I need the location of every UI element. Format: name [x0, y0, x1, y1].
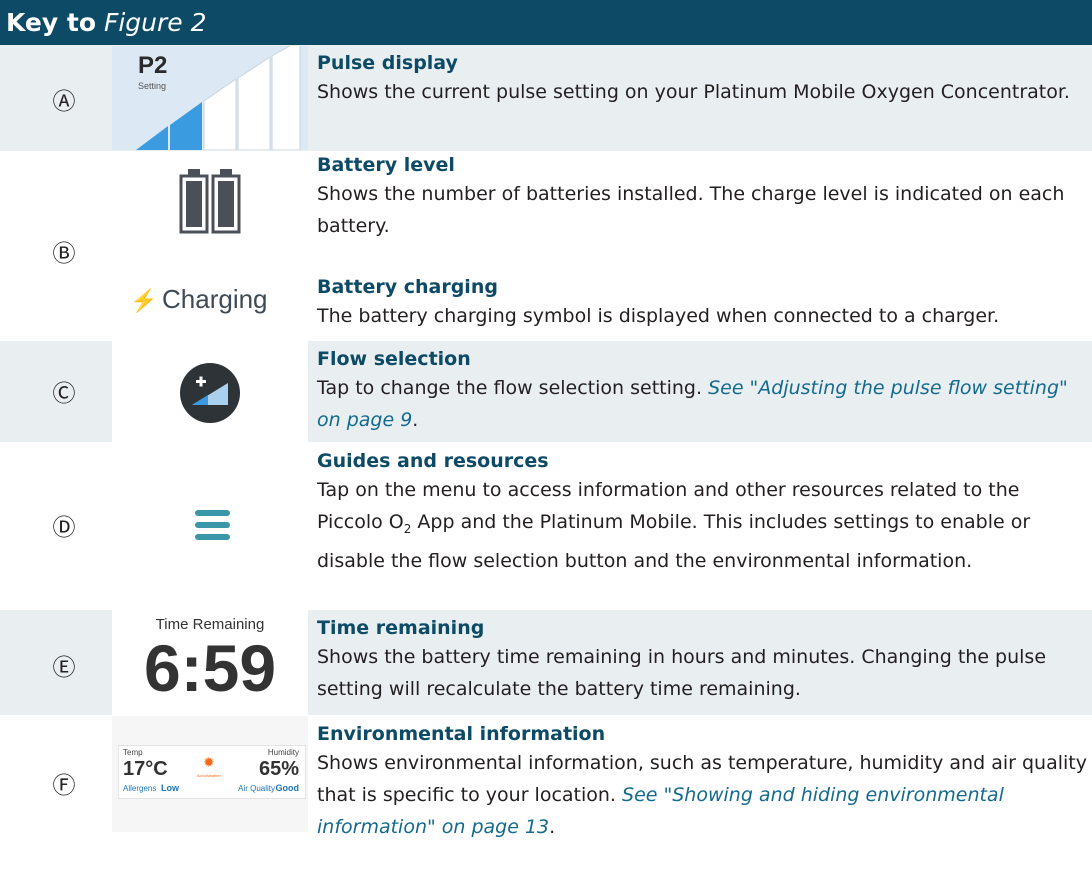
row-b: Ⓑ Battery level Shows the number of batt…	[0, 152, 1092, 340]
temp-value: 17°C	[123, 758, 168, 780]
row-text: Battery charging The battery charging sy…	[317, 274, 1087, 332]
row-body: Shows the battery time remaining in hour…	[317, 646, 1047, 700]
battery-icon	[179, 169, 241, 234]
flow-selection-icon	[180, 363, 240, 423]
key-table: Key to Figure 2 Ⓐ P2 Setting Pulse displ…	[0, 0, 1092, 884]
air-quality-value: Good	[275, 783, 300, 793]
pulse-display-image: P2 Setting	[112, 39, 308, 151]
row-letter: Ⓔ	[52, 655, 76, 681]
row-body: Shows the number of batteries installed.…	[317, 183, 1065, 237]
pulse-setting-value: P2	[138, 52, 168, 79]
charging-label: Charging	[162, 284, 268, 314]
time-remaining-value: 6:59	[143, 631, 277, 705]
row-e: Ⓔ Time Remaining 6:59 Time remaining Sho…	[0, 610, 1092, 715]
row-title: Flow selection	[317, 348, 471, 370]
row-text: Time remaining Shows the battery time re…	[317, 615, 1087, 705]
sun-icon: ✹	[203, 754, 215, 770]
table-header: Key to Figure 2	[0, 0, 1092, 45]
menu-image	[112, 443, 308, 609]
pulse-setting-label: Setting	[138, 81, 167, 91]
humidity-value: 65%	[258, 758, 299, 780]
row-letter: Ⓑ	[52, 241, 76, 267]
row-c: Ⓒ Flow selection Tap to change the flow …	[0, 341, 1092, 442]
row-body: Tap on the menu to access information an…	[317, 479, 1031, 572]
allergens-label: Allergens	[123, 784, 157, 793]
row-letter: Ⓒ	[52, 381, 76, 407]
humidity-label: Humidity	[267, 748, 299, 757]
flow-selection-image	[112, 341, 308, 442]
provider-label: AccuWeather	[197, 773, 221, 778]
row-text: Flow selection Tap to change the flow se…	[317, 346, 1087, 436]
row-title: Time remaining	[317, 617, 485, 639]
row-title: Guides and resources	[317, 450, 549, 472]
lightning-icon: ⚡	[130, 288, 158, 313]
header-figure: Figure 2	[103, 8, 207, 37]
row-text: Battery level Shows the number of batter…	[317, 152, 1087, 242]
row-letter: Ⓕ	[52, 773, 76, 799]
time-remaining-image: Time Remaining 6:59	[112, 610, 308, 715]
row-body: Tap to change the flow selection setting…	[317, 377, 1068, 431]
row-f: Ⓕ Temp 17°C Allergens Low ✹ AccuWeather …	[0, 716, 1092, 884]
row-title: Battery level	[317, 154, 455, 176]
environment-image: Temp 17°C Allergens Low ✹ AccuWeather Hu…	[112, 716, 308, 832]
air-quality-label: Air Quality	[238, 784, 275, 793]
row-title: Battery charging	[317, 276, 498, 298]
battery-level-image	[112, 152, 308, 256]
header-prefix: Key to	[6, 8, 97, 37]
row-d: Ⓓ Guides and resources Tap on the menu t…	[0, 443, 1092, 609]
environment-card: Temp 17°C Allergens Low ✹ AccuWeather Hu…	[118, 745, 306, 799]
allergens-value: Low	[161, 783, 179, 793]
row-a: Ⓐ P2 Setting Pulse display Shows the cur…	[0, 39, 1092, 151]
row-letter: Ⓓ	[52, 515, 76, 541]
row-body: The battery charging symbol is displayed…	[317, 305, 1000, 327]
row-title: Pulse display	[317, 52, 458, 74]
row-title: Environmental information	[317, 723, 606, 745]
charging-image: ⚡ Charging	[112, 272, 308, 332]
temp-label: Temp	[123, 748, 143, 757]
row-letter: Ⓐ	[52, 89, 76, 115]
row-body: Shows environmental information, such as…	[317, 752, 1087, 838]
row-text: Pulse display Shows the current pulse se…	[317, 50, 1087, 108]
row-body: Shows the current pulse setting on your …	[317, 81, 1070, 103]
row-text: Environmental information Shows environm…	[317, 721, 1087, 843]
menu-icon	[195, 510, 230, 540]
row-text: Guides and resources Tap on the menu to …	[317, 448, 1087, 577]
